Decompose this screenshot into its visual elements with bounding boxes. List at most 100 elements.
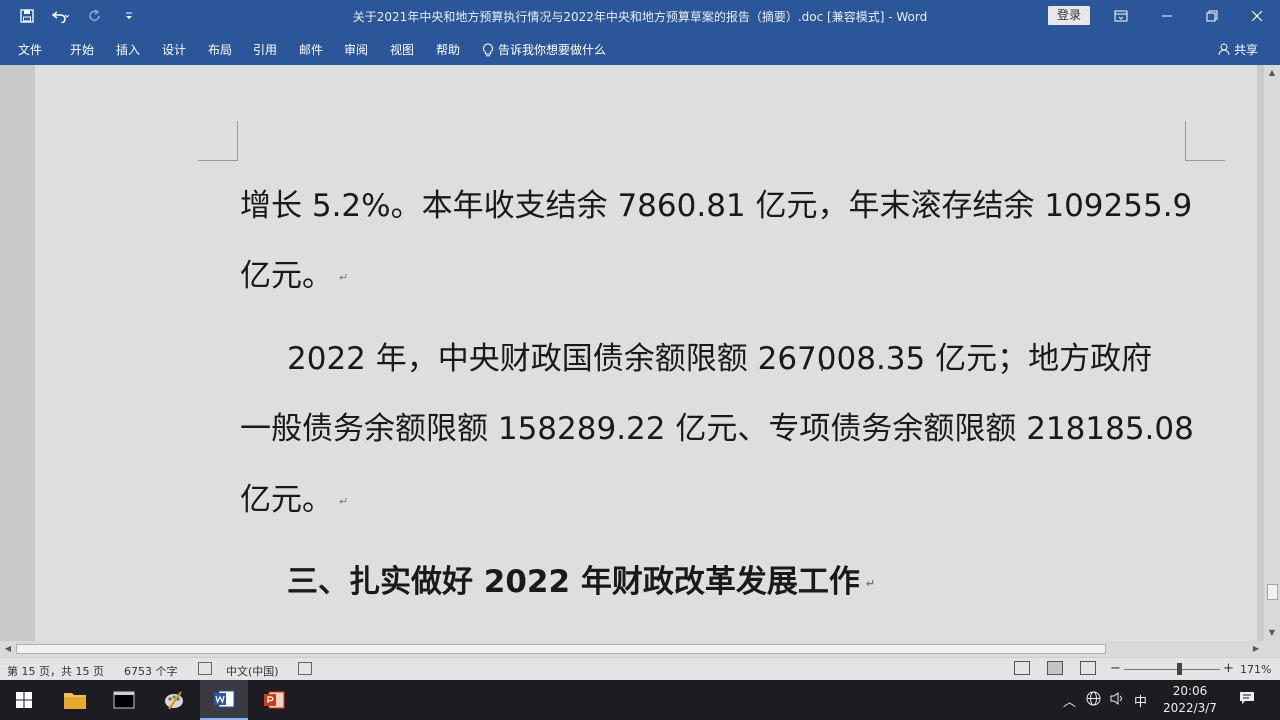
start-button[interactable] <box>0 680 48 720</box>
volume-icon[interactable] <box>1110 691 1125 710</box>
close-button[interactable] <box>1234 0 1280 32</box>
text-cursor-icon: I <box>820 359 825 375</box>
save-button[interactable] <box>14 6 40 26</box>
quick-access-toolbar <box>14 6 142 26</box>
ribbon-tabs: 文件 开始 插入 设计 布局 引用 邮件 审阅 视图 帮助 告诉我你想要做什么 … <box>0 32 1280 65</box>
tab-view[interactable]: 视图 <box>390 41 414 58</box>
tab-insert[interactable]: 插入 <box>116 41 140 58</box>
ribbon-display-options-button[interactable] <box>1098 0 1144 32</box>
undo-icon <box>52 11 70 23</box>
close-icon <box>1251 10 1263 22</box>
globe-icon <box>1086 691 1101 706</box>
word-icon <box>214 690 235 708</box>
taskbar-terminal[interactable] <box>100 680 148 720</box>
proofing-icon[interactable] <box>198 662 212 675</box>
tab-mailings[interactable]: 邮件 <box>299 41 323 58</box>
taskbar: ︿ 中 20:06 2022/3/7 <box>0 680 1280 720</box>
document-page[interactable]: 增长 5.2%。本年收支结余 7860.81 亿元，年末滚存结余 109255.… <box>35 65 1257 641</box>
text-line-4: 一般债务余额限额 158289.22 亿元、专项债务余额限额 218185.08 <box>240 403 1194 448</box>
zoom-slider[interactable] <box>1124 669 1220 670</box>
lightbulb-icon <box>483 42 493 56</box>
scroll-up-arrow-icon[interactable]: ▲ <box>1264 65 1280 81</box>
paragraph-mark: ↵ <box>339 271 349 284</box>
zoom-out-button[interactable]: − <box>1110 661 1121 676</box>
tell-me-search[interactable]: 告诉我你想要做什么 <box>482 41 606 58</box>
save-icon <box>20 9 34 23</box>
tab-review[interactable]: 审阅 <box>344 41 368 58</box>
terminal-icon <box>113 691 135 709</box>
text-line-5: 亿元。 ↵ <box>240 474 348 519</box>
text-line-2-content: 亿元。 <box>240 258 333 294</box>
crop-mark-left <box>198 121 238 161</box>
status-bar: 第 15 页，共 15 页 6753 个字 中文(中国) − + 171% <box>0 657 1280 680</box>
horizontal-scrollbar[interactable]: ◀ ▶ <box>0 641 1264 657</box>
zoom-in-button[interactable]: + <box>1223 661 1234 676</box>
minimize-icon <box>1162 15 1172 17</box>
tab-layout[interactable]: 布局 <box>208 41 232 58</box>
ime-indicator[interactable]: 中 <box>1134 691 1147 710</box>
paragraph-mark: ↵ <box>339 495 349 508</box>
web-layout-button[interactable] <box>1080 661 1096 675</box>
login-button[interactable]: 登录 <box>1048 6 1090 25</box>
vertical-scrollbar[interactable]: ▲ ▼ <box>1264 65 1280 641</box>
network-icon[interactable] <box>1086 691 1101 710</box>
powerpoint-icon <box>264 691 285 709</box>
language-indicator[interactable]: 中文(中国) <box>226 663 279 679</box>
document-area[interactable]: 增长 5.2%。本年收支结余 7860.81 亿元，年末滚存结余 109255.… <box>0 65 1264 641</box>
tab-design[interactable]: 设计 <box>162 41 186 58</box>
clock-date: 2022/3/7 <box>1163 701 1217 715</box>
person-icon <box>1218 43 1230 56</box>
minimize-button[interactable] <box>1144 0 1190 32</box>
restore-button[interactable] <box>1189 0 1235 32</box>
speaker-icon <box>1110 692 1122 705</box>
taskbar-word[interactable] <box>200 680 248 720</box>
scroll-down-arrow-icon[interactable]: ▼ <box>1264 625 1280 641</box>
vertical-scroll-thumb[interactable] <box>1267 584 1278 600</box>
section-heading: 三、扎实做好 2022 年财政改革发展工作 ↵ <box>287 556 875 601</box>
tab-home[interactable]: 开始 <box>70 41 94 58</box>
text-line-1-content: 增长 5.2%。本年收支结余 7860.81 亿元，年末滚存结余 109255.… <box>240 188 1193 224</box>
section-heading-content: 三、扎实做好 2022 年财政改革发展工作 <box>287 564 860 600</box>
tray-chevron-icon[interactable]: ︿ <box>1063 691 1076 710</box>
customize-qat-button[interactable] <box>116 6 142 26</box>
paragraph-mark: ↵ <box>865 577 876 590</box>
notification-center-button[interactable] <box>1239 690 1255 710</box>
palette-icon <box>165 691 183 710</box>
clock-time: 20:06 <box>1172 684 1208 698</box>
notification-icon <box>1240 692 1254 704</box>
share-button[interactable]: 共享 <box>1218 41 1258 58</box>
folder-icon <box>64 693 86 709</box>
document-title: 关于2021年中央和地方预算执行情况与2022年中央和地方预算草案的报告（摘要）… <box>352 10 928 24</box>
print-layout-button[interactable] <box>1047 661 1063 675</box>
word-count[interactable]: 6753 个字 <box>124 663 178 679</box>
zoom-level[interactable]: 171% <box>1240 663 1271 676</box>
tab-file[interactable]: 文件 <box>18 41 42 58</box>
horizontal-scroll-thumb[interactable] <box>16 644 1106 654</box>
text-line-2: 亿元。 ↵ <box>240 250 348 295</box>
tab-references[interactable]: 引用 <box>253 41 277 58</box>
ribbon-display-icon <box>1114 10 1128 22</box>
tab-help[interactable]: 帮助 <box>436 41 460 58</box>
windows-logo-icon <box>16 692 32 708</box>
taskbar-file-explorer[interactable] <box>51 680 99 720</box>
scroll-left-arrow-icon[interactable]: ◀ <box>0 641 16 657</box>
text-line-1: 增长 5.2%。本年收支结余 7860.81 亿元，年末滚存结余 109255.… <box>240 180 1192 225</box>
text-line-3: 2022 年，中央财政国债余额限额 267008.35 亿元；地方政府 <box>287 333 1152 378</box>
scroll-right-arrow-icon[interactable]: ▶ <box>1248 641 1264 657</box>
system-clock[interactable]: 20:06 2022/3/7 <box>1150 683 1230 717</box>
share-label: 共享 <box>1234 43 1259 57</box>
text-line-3-content: 2022 年，中央财政国债余额限额 267008.35 亿元；地方政府 <box>287 341 1153 377</box>
taskbar-powerpoint[interactable] <box>250 680 298 720</box>
macro-icon[interactable] <box>298 662 312 675</box>
redo-button[interactable] <box>82 6 108 26</box>
redo-icon <box>89 9 100 22</box>
read-mode-button[interactable] <box>1014 661 1030 675</box>
undo-button[interactable] <box>48 6 74 26</box>
text-line-4-content: 一般债务余额限额 158289.22 亿元、专项债务余额限额 218185.08 <box>240 411 1194 447</box>
page-count[interactable]: 第 15 页，共 15 页 <box>7 663 104 679</box>
text-line-5-content: 亿元。 <box>240 482 333 518</box>
zoom-slider-thumb[interactable] <box>1177 663 1182 675</box>
tell-me-label: 告诉我你想要做什么 <box>498 43 607 57</box>
restore-icon <box>1206 10 1218 22</box>
taskbar-paint[interactable] <box>150 680 198 720</box>
